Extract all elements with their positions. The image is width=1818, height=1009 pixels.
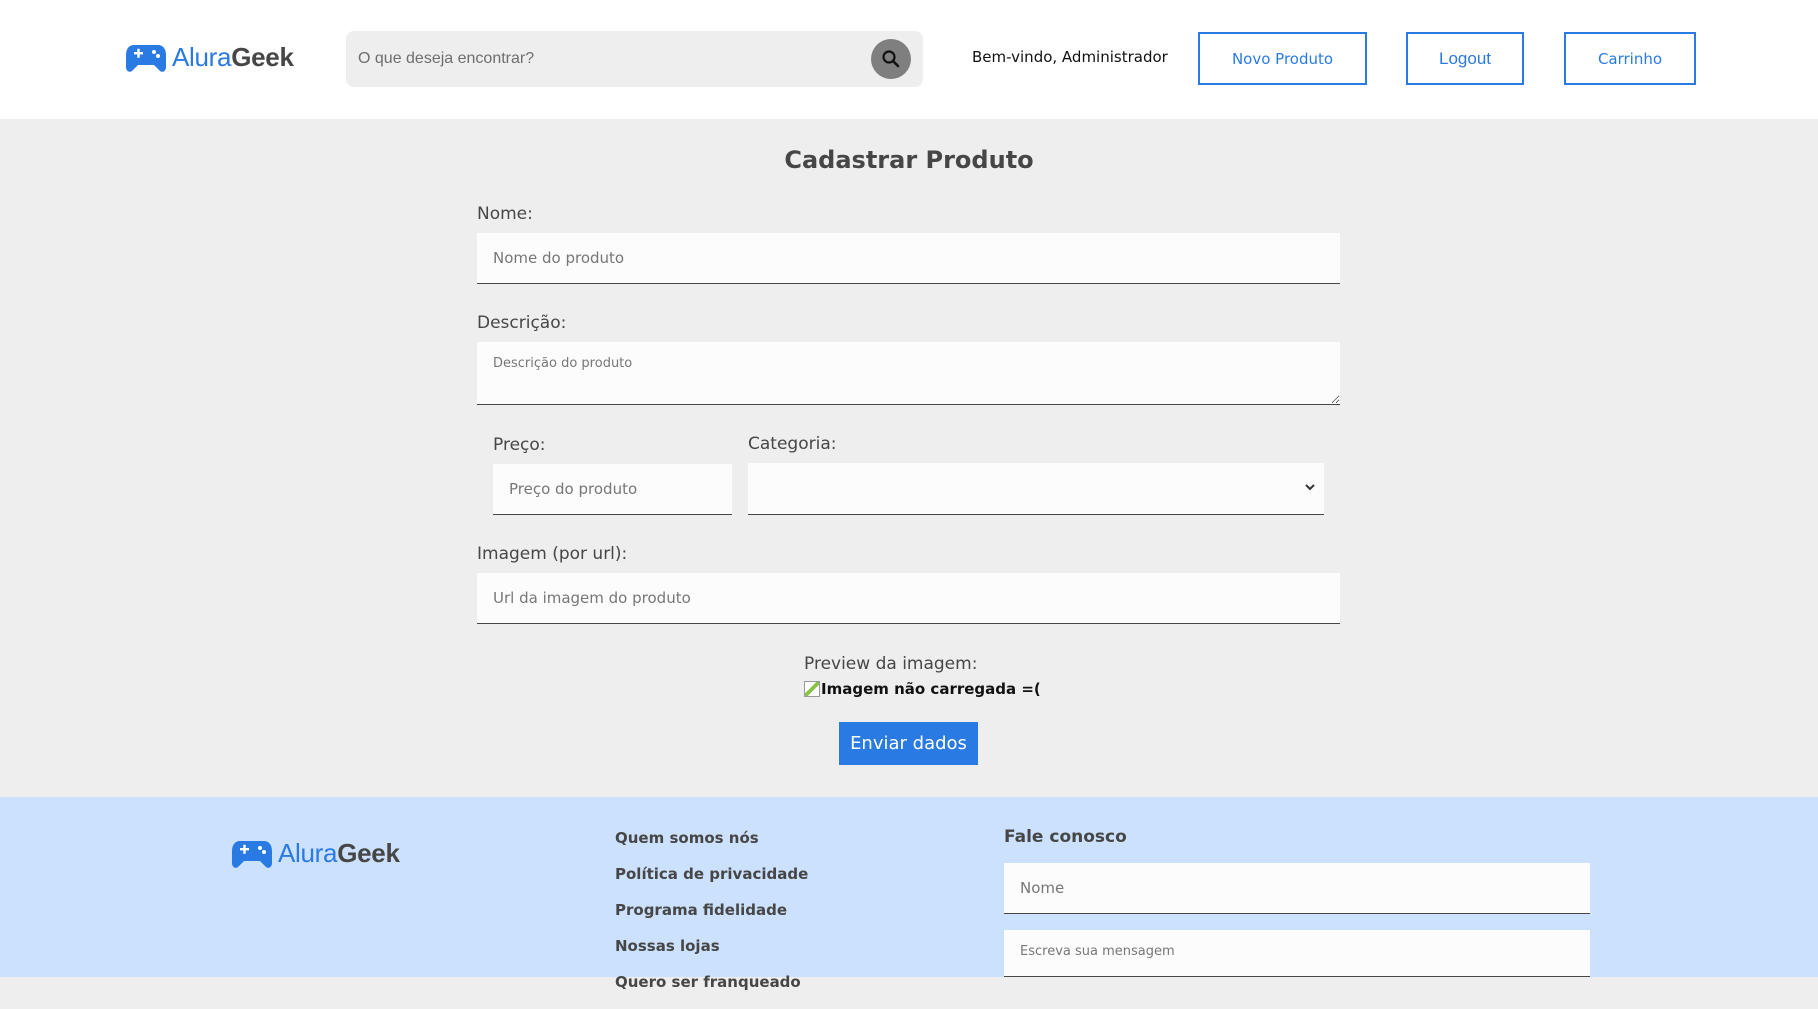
search-button[interactable]: [871, 39, 911, 79]
footer-link-franchise[interactable]: Quero ser franqueado: [615, 973, 808, 1009]
category-select[interactable]: [748, 463, 1324, 515]
logo-text: AluraGeek: [172, 42, 294, 72]
search-bar: [346, 31, 923, 87]
footer-links: Quem somos nós Política de privacidade P…: [615, 829, 808, 1009]
logo[interactable]: AluraGeek: [126, 42, 294, 73]
gamepad-icon: [232, 840, 272, 868]
submit-button[interactable]: Enviar dados: [839, 722, 978, 765]
logo-text: AluraGeek: [278, 838, 400, 868]
new-product-button[interactable]: Novo Produto: [1198, 32, 1367, 85]
description-label: Descrição:: [477, 313, 567, 333]
contact-message-field[interactable]: [1004, 930, 1590, 977]
footer-link-loyalty[interactable]: Programa fidelidade: [615, 901, 808, 937]
image-preview: Imagem não carregada =(: [804, 680, 1041, 698]
price-field[interactable]: [493, 464, 732, 515]
footer-link-about[interactable]: Quem somos nós: [615, 829, 808, 865]
image-preview-alt: Imagem não carregada =(: [821, 680, 1041, 698]
search-input[interactable]: [358, 31, 858, 87]
category-label: Categoria:: [748, 434, 837, 454]
broken-image-icon: [804, 681, 820, 697]
contact-name-field[interactable]: [1004, 863, 1590, 914]
name-field[interactable]: [477, 233, 1340, 284]
footer-link-privacy[interactable]: Política de privacidade: [615, 865, 808, 901]
name-label: Nome:: [477, 204, 533, 224]
image-label: Imagem (por url):: [477, 544, 628, 564]
footer-logo[interactable]: AluraGeek: [232, 838, 400, 869]
description-field[interactable]: [477, 342, 1340, 405]
welcome-text: Bem-vindo, Administrador: [972, 48, 1168, 66]
preview-label: Preview da imagem:: [804, 654, 978, 674]
search-icon: [882, 50, 900, 68]
logout-button[interactable]: Logout: [1406, 32, 1524, 85]
contact-title: Fale conosco: [1004, 827, 1127, 847]
chevron-down-icon: [1305, 484, 1315, 491]
price-label: Preço:: [493, 435, 546, 455]
header: AluraGeek Bem-vindo, Administrador Novo …: [0, 0, 1818, 119]
footer-link-stores[interactable]: Nossas lojas: [615, 937, 808, 973]
cart-button[interactable]: Carrinho: [1564, 32, 1696, 85]
page-title: Cadastrar Produto: [784, 146, 1034, 174]
gamepad-icon: [126, 44, 166, 72]
image-url-field[interactable]: [477, 573, 1340, 624]
